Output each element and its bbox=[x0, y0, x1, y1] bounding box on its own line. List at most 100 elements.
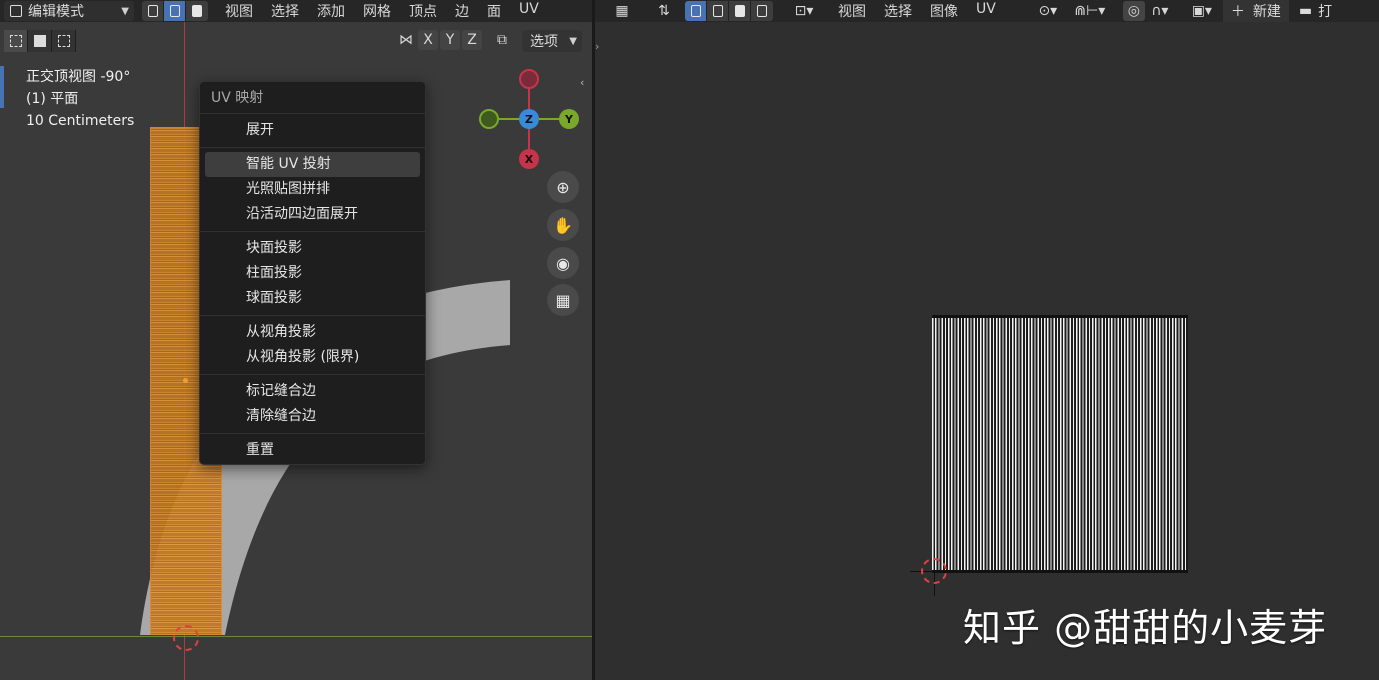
face-icon bbox=[192, 5, 202, 17]
select-new-button[interactable] bbox=[4, 30, 28, 52]
uv-vertex-select-button[interactable] bbox=[685, 1, 707, 21]
uv-face-select-button[interactable] bbox=[729, 1, 751, 21]
vertex-select-button[interactable] bbox=[142, 1, 164, 21]
island-icon bbox=[757, 5, 767, 17]
face-icon bbox=[734, 5, 745, 17]
mirror-axis-tools: ⋈ X Y Z ⧉ 选项 ▼ bbox=[396, 30, 582, 52]
options-dropdown[interactable]: 选项 ▼ bbox=[522, 30, 582, 52]
gizmo-neg-x-ball[interactable] bbox=[519, 69, 539, 89]
3d-viewport[interactable]: 编辑模式 ▼ 视图 选择 添加 网格 顶点 边 面 UV ⋈ X Y Z ⧉ 选… bbox=[0, 0, 592, 680]
menu-mesh[interactable]: 网格 bbox=[354, 1, 400, 21]
edge-icon bbox=[712, 5, 723, 17]
menu-separator bbox=[200, 374, 425, 375]
gizmo-x-ball[interactable]: X bbox=[519, 149, 539, 169]
falloff-icon[interactable]: ∩▾ bbox=[1145, 1, 1175, 21]
select-subtract-icon bbox=[57, 35, 70, 47]
menu-item-sphere-projection[interactable]: 球面投影 bbox=[205, 286, 420, 311]
sidebar-toggle-icon[interactable]: ‹ bbox=[580, 76, 584, 89]
menu-view[interactable]: 视图 bbox=[829, 1, 875, 21]
selection-mode-tools bbox=[4, 30, 76, 52]
uv-mapping-menu: UV 映射 展开 智能 UV 投射 光照贴图拼排 沿活动四边面展开 块面投影 柱… bbox=[199, 81, 426, 465]
menu-edge[interactable]: 边 bbox=[446, 1, 478, 21]
mirror-x-button[interactable]: X bbox=[418, 30, 438, 50]
pan-hand-icon[interactable]: ✋ bbox=[547, 209, 579, 241]
menu-uv[interactable]: UV bbox=[967, 1, 1005, 21]
mode-select[interactable]: 编辑模式 ▼ bbox=[4, 1, 134, 21]
folder-icon: ▬ bbox=[1298, 3, 1313, 19]
menu-item-reset[interactable]: 重置 bbox=[205, 438, 420, 463]
uv-island-select-button[interactable] bbox=[751, 1, 773, 21]
menu-item-project-from-view[interactable]: 从视角投影 bbox=[205, 320, 420, 345]
snap-icon[interactable]: ⋒⊢▾ bbox=[1065, 1, 1115, 21]
menu-item-cube-projection[interactable]: 块面投影 bbox=[205, 236, 420, 261]
editor-type-icon[interactable]: ▦ bbox=[607, 1, 637, 21]
viewport-info: 正交顶视图 -90° (1) 平面 10 Centimeters bbox=[26, 66, 134, 132]
menu-item-follow-active-quads[interactable]: 沿活动四边面展开 bbox=[205, 202, 420, 227]
menu-uv[interactable]: UV bbox=[510, 1, 548, 21]
vertex-icon bbox=[147, 5, 158, 17]
sync-selection-icon[interactable]: ⇅ bbox=[651, 1, 677, 21]
menu-vertex[interactable]: 顶点 bbox=[400, 1, 446, 21]
menu-item-cylinder-projection[interactable]: 柱面投影 bbox=[205, 261, 420, 286]
new-image-button[interactable]: ＋ 新建 bbox=[1222, 0, 1289, 22]
mirror-y-button[interactable]: Y bbox=[440, 30, 460, 50]
gizmo-neg-y-ball[interactable] bbox=[479, 109, 499, 129]
plus-icon: ＋ bbox=[1230, 4, 1245, 20]
menu-item-lightmap-pack[interactable]: 光照贴图拼排 bbox=[205, 177, 420, 202]
snap-icon[interactable]: ⧉ bbox=[490, 30, 514, 50]
open-image-button[interactable]: ▬ 打 bbox=[1293, 0, 1338, 22]
face-select-button[interactable] bbox=[186, 1, 208, 21]
pivot-point-icon[interactable]: ⊙▾ bbox=[1031, 1, 1065, 21]
menu-image[interactable]: 图像 bbox=[921, 1, 967, 21]
grid-ortho-icon[interactable]: ▦ bbox=[547, 284, 579, 316]
viewport-header: 编辑模式 ▼ 视图 选择 添加 网格 顶点 边 面 UV bbox=[0, 0, 592, 22]
menu-item-clear-seam[interactable]: 清除缝合边 bbox=[205, 404, 420, 429]
object-name: (1) 平面 bbox=[26, 91, 79, 107]
3d-cursor-icon bbox=[173, 625, 199, 651]
menu-face[interactable]: 面 bbox=[478, 1, 510, 21]
vertex-icon bbox=[690, 5, 701, 17]
menu-item-unwrap[interactable]: 展开 bbox=[205, 118, 420, 143]
sticky-selection-icon[interactable]: ⊡▾ bbox=[787, 1, 821, 21]
grid-scale: 10 Centimeters bbox=[26, 113, 135, 129]
select-new-icon bbox=[9, 35, 22, 47]
uv-editor[interactable]: ▦ ⇅ ⊡▾ 视图 选择 图像 UV ⊙▾ ⋒⊢▾ ◎ ∩▾ ▣▾ ＋ 新建 ▬… bbox=[595, 0, 1379, 680]
toolbar-active-tool[interactable] bbox=[0, 66, 4, 108]
edge-icon bbox=[169, 5, 180, 17]
menu-select[interactable]: 选择 bbox=[875, 1, 921, 21]
mirror-z-button[interactable]: Z bbox=[462, 30, 482, 50]
menu-view[interactable]: 视图 bbox=[216, 1, 262, 21]
gizmo-y-ball[interactable]: Y bbox=[559, 109, 579, 129]
menu-add[interactable]: 添加 bbox=[308, 1, 354, 21]
uv-edge-select-button[interactable] bbox=[707, 1, 729, 21]
menu-item-smart-uv-project[interactable]: 智能 UV 投射 bbox=[205, 152, 420, 177]
menu-item-project-from-view-bounds[interactable]: 从视角投影 (限界) bbox=[205, 345, 420, 370]
origin-point bbox=[183, 378, 188, 383]
options-label: 选项 bbox=[530, 34, 558, 50]
chevron-down-icon: ▼ bbox=[121, 5, 129, 17]
select-extend-icon bbox=[33, 35, 46, 47]
uv-editor-header: ▦ ⇅ ⊡▾ 视图 选择 图像 UV ⊙▾ ⋒⊢▾ ◎ ∩▾ ▣▾ ＋ 新建 ▬… bbox=[595, 0, 1379, 22]
camera-icon[interactable]: ◉ bbox=[547, 247, 579, 279]
uv-island[interactable] bbox=[932, 315, 1188, 573]
butterfly-icon[interactable]: ⋈ bbox=[396, 30, 416, 50]
select-subtract-button[interactable] bbox=[52, 30, 76, 52]
select-mode-toggle bbox=[142, 1, 208, 21]
menu-separator bbox=[200, 147, 425, 148]
menu-item-mark-seam[interactable]: 标记缝合边 bbox=[205, 379, 420, 404]
toolbar-toggle-icon[interactable]: › bbox=[595, 40, 599, 53]
menu-separator bbox=[200, 231, 425, 232]
uv-select-mode-toggle bbox=[685, 1, 773, 21]
2d-cursor-icon bbox=[921, 558, 947, 584]
gizmo-z-ball[interactable]: Z bbox=[519, 109, 539, 129]
image-browse-icon[interactable]: ▣▾ bbox=[1185, 1, 1219, 21]
select-extend-button[interactable] bbox=[28, 30, 52, 52]
new-label: 新建 bbox=[1252, 4, 1281, 20]
proportional-edit-icon[interactable]: ◎ bbox=[1122, 1, 1145, 21]
edge-select-button[interactable] bbox=[164, 1, 186, 21]
chevron-down-icon: ▼ bbox=[569, 35, 577, 47]
menu-title: UV 映射 bbox=[200, 82, 425, 114]
menu-select[interactable]: 选择 bbox=[262, 1, 308, 21]
zoom-icon[interactable]: ⊕ bbox=[547, 171, 579, 203]
mode-icon bbox=[10, 5, 22, 17]
